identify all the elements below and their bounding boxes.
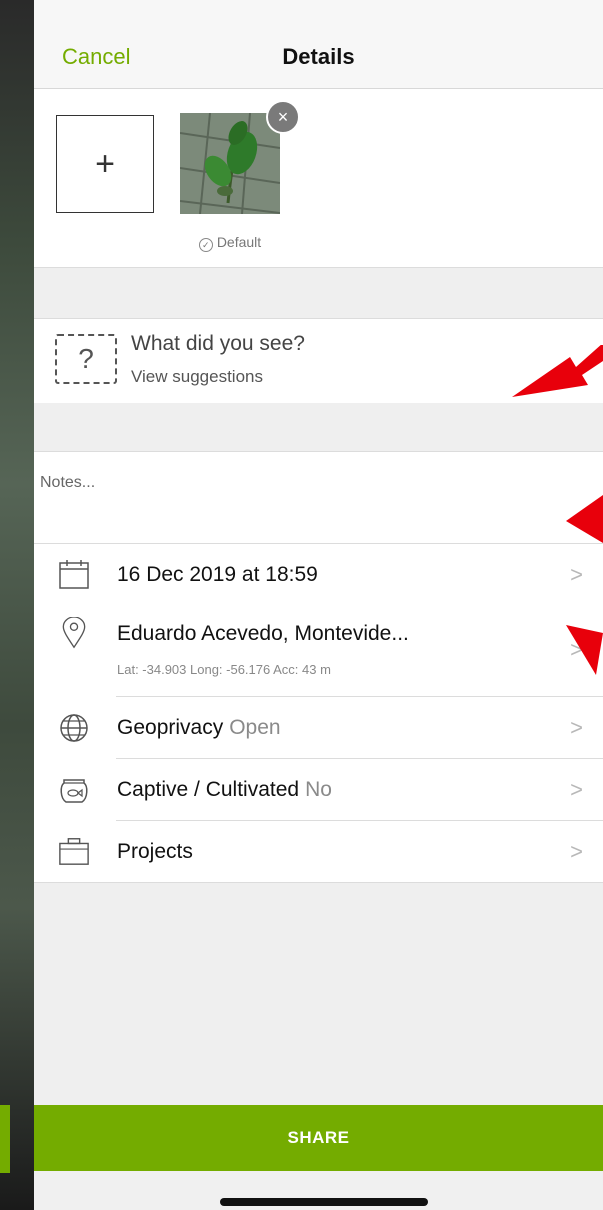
annotation-arrow-icon (512, 345, 603, 397)
section-gap (34, 268, 603, 318)
globe-icon (60, 714, 88, 742)
annotation-arrow-icon (566, 495, 603, 543)
calendar-icon (59, 560, 89, 589)
chevron-right-icon: > (570, 562, 583, 587)
notes-placeholder: Notes... (40, 474, 96, 491)
chevron-right-icon: > (570, 715, 583, 740)
chevron-right-icon: > (570, 839, 583, 864)
date-row[interactable]: 16 Dec 2019 at 18:59 > (34, 543, 603, 606)
close-icon: × (277, 107, 289, 127)
background-app-strip (0, 0, 34, 1210)
check-circle-icon: ✓ (198, 238, 213, 252)
geoprivacy-row[interactable]: Geoprivacy Open > (34, 697, 603, 759)
location-row[interactable]: Eduardo Acevedo, Montevide... Lat: -34.9… (34, 605, 603, 697)
add-photo-button[interactable]: + (56, 115, 154, 213)
view-suggestions-link[interactable]: View suggestions (131, 367, 263, 387)
location-pin-icon (62, 617, 86, 649)
remove-photo-button[interactable]: × (266, 100, 300, 134)
briefcase-icon (59, 838, 89, 865)
background-green-bar (0, 1105, 10, 1173)
location-label: Eduardo Acevedo, Montevide... (117, 622, 409, 645)
geoprivacy-label: Geoprivacy Open (117, 716, 281, 740)
plus-icon: + (95, 144, 115, 183)
location-coordinates: Lat: -34.903 Long: -56.176 Acc: 43 m (117, 662, 331, 677)
captive-label: Captive / Cultivated No (117, 778, 332, 802)
question-mark-dashed-icon: ? (55, 334, 117, 384)
captive-row[interactable]: Captive / Cultivated No > (34, 759, 603, 821)
date-label: 16 Dec 2019 at 18:59 (117, 563, 318, 586)
chevron-right-icon: > (570, 777, 583, 802)
species-question: What did you see? (131, 332, 305, 355)
fishbowl-icon (60, 779, 88, 803)
navigation-bar: Cancel Details (34, 0, 603, 89)
home-indicator[interactable] (220, 1198, 428, 1206)
empty-area (34, 882, 603, 1107)
photo-section: + × ✓ Default (34, 89, 603, 268)
geoprivacy-value: Open (229, 716, 281, 739)
section-gap (34, 403, 603, 451)
page-title: Details (282, 44, 355, 69)
default-photo-indicator: ✓ Default (180, 234, 280, 252)
geoprivacy-title: Geoprivacy (117, 716, 224, 739)
details-sheet: Cancel Details + × ✓ Default ? What did … (34, 0, 603, 1210)
photo-thumbnail[interactable] (180, 113, 280, 214)
annotation-arrow-icon (566, 625, 603, 675)
default-label: Default (216, 234, 262, 250)
projects-row[interactable]: Projects > (34, 821, 603, 882)
projects-label: Projects (117, 840, 193, 863)
leaf-photo-image (180, 113, 280, 214)
notes-field[interactable]: Notes... (34, 451, 603, 544)
captive-value: No (305, 778, 332, 801)
share-button[interactable]: SHARE (34, 1105, 603, 1171)
captive-title: Captive / Cultivated (117, 778, 300, 801)
